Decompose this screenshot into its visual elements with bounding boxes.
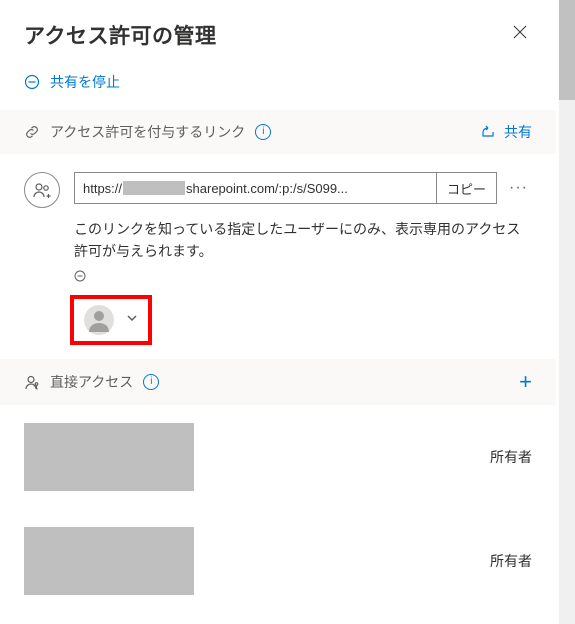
avatar xyxy=(84,305,114,335)
member-identity-redacted xyxy=(24,527,194,595)
close-button[interactable] xyxy=(508,20,532,44)
share-url-prefix: https:// xyxy=(83,181,122,196)
people-scope-icon xyxy=(24,172,60,208)
redacted-tenant xyxy=(123,181,185,195)
stop-sharing-label: 共有を停止 xyxy=(50,72,120,92)
person-icon xyxy=(87,308,111,332)
share-url-field[interactable]: https:// sharepoint.com/:p:/s/S099... コピ… xyxy=(74,172,497,204)
links-section-header: アクセス許可を付与するリンク i 共有 xyxy=(0,110,556,154)
links-info-icon[interactable]: i xyxy=(255,124,271,140)
share-label: 共有 xyxy=(504,122,532,142)
member-role: 所有者 xyxy=(490,551,532,571)
share-url-text: https:// sharepoint.com/:p:/s/S099... xyxy=(75,173,436,203)
person-access-icon xyxy=(24,374,40,390)
direct-access-title: 直接アクセス xyxy=(50,372,133,392)
close-icon xyxy=(512,24,528,40)
copy-link-button[interactable]: コピー xyxy=(436,173,496,203)
link-members-expand[interactable] xyxy=(70,295,152,345)
add-direct-access-button[interactable]: + xyxy=(519,371,532,393)
member-role: 所有者 xyxy=(490,447,532,467)
share-icon xyxy=(480,124,496,140)
link-more-button[interactable]: ··· xyxy=(505,179,532,197)
chevron-down-icon xyxy=(126,311,138,329)
stop-sharing-icon xyxy=(24,74,40,90)
remove-link-button[interactable] xyxy=(74,269,532,287)
member-row[interactable]: 所有者 xyxy=(0,405,556,509)
direct-access-info-icon[interactable]: i xyxy=(143,374,159,390)
scrollbar-track[interactable] xyxy=(559,0,575,624)
link-description: このリンクを知っている指定したユーザーにのみ、表示専用のアクセス許可が与えられま… xyxy=(74,218,532,263)
member-identity-redacted xyxy=(24,423,194,491)
share-url-suffix: sharepoint.com/:p:/s/S099... xyxy=(186,181,348,196)
page-title: アクセス許可の管理 xyxy=(24,20,216,50)
scrollbar-thumb[interactable] xyxy=(559,0,575,100)
link-icon xyxy=(24,124,40,140)
direct-access-section-header: 直接アクセス i + xyxy=(0,359,556,405)
remove-icon xyxy=(74,270,86,282)
share-button[interactable]: 共有 xyxy=(480,122,532,142)
stop-sharing-button[interactable]: 共有を停止 xyxy=(0,60,556,110)
links-section-title: アクセス許可を付与するリンク xyxy=(50,122,245,142)
member-row[interactable]: 所有者 xyxy=(0,509,556,613)
